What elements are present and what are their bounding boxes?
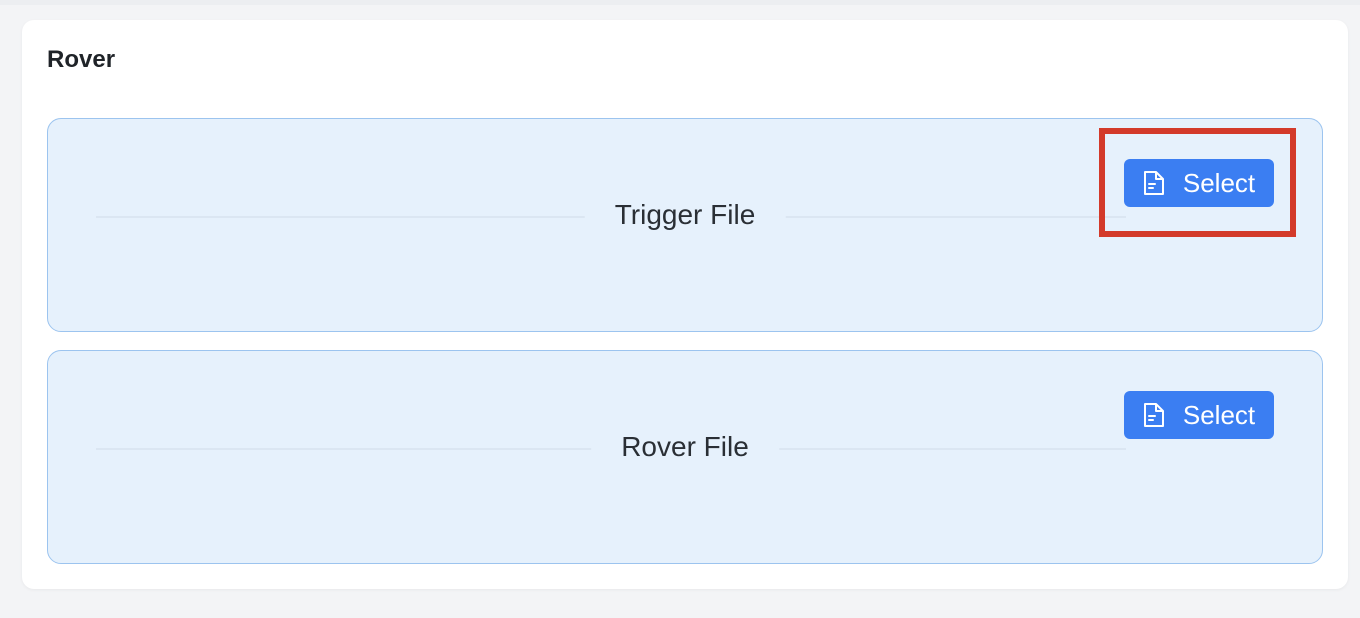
rover-panel: Rover Trigger File Select Rover File Sel… — [22, 20, 1348, 589]
trigger-file-label: Trigger File — [584, 199, 786, 231]
rover-file-label: Rover File — [591, 431, 779, 463]
select-button-label: Select — [1182, 167, 1256, 198]
trigger-file-drop-zone[interactable]: Trigger File Select — [47, 118, 1323, 332]
top-strip — [0, 0, 1360, 5]
select-button-label: Select — [1182, 399, 1256, 430]
trigger-file-select-button[interactable]: Select — [1124, 159, 1274, 207]
file-icon — [1143, 170, 1165, 196]
file-icon — [1143, 402, 1165, 428]
rover-file-drop-zone[interactable]: Rover File Select — [47, 350, 1323, 564]
panel-title: Rover — [47, 46, 116, 73]
rover-file-select-button[interactable]: Select — [1124, 391, 1274, 439]
